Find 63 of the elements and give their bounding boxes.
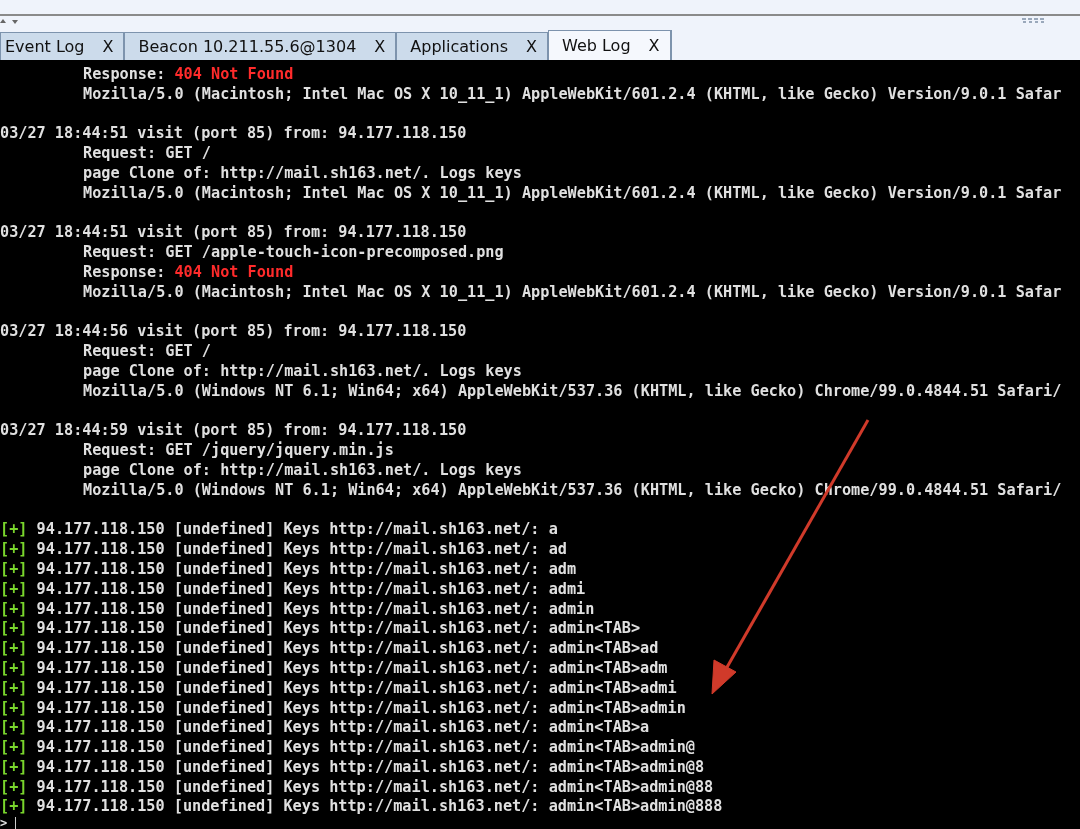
plus-marker: [+]	[0, 619, 28, 638]
log-line: 94.177.118.150 [undefined] Keys http://mail.sh163.net/: ad	[36, 540, 567, 559]
close-button[interactable]: X	[648, 36, 660, 55]
plus-marker: [+]	[0, 579, 28, 598]
log-line: Mozilla/5.0 (Windows NT 6.1; Win64; x64) AppleWebKit/537.36 (KHTML, like Gecko) Chrome/99.0.4844.51 Safari/	[82, 381, 1063, 402]
close-button[interactable]: X	[374, 37, 386, 56]
tab[interactable]: Event Log X	[0, 32, 125, 60]
log-line: Mozilla/5.0 (Macintosh; Intel Mac OS X 10_11_1) AppleWebKit/601.2.4 (KHTML, like Gecko) Version/9.0.1 Safar	[82, 282, 1063, 303]
plus-marker: [+]	[0, 520, 28, 539]
plus-marker: [+]	[0, 540, 28, 559]
log-line: 03/27 18:44:59 visit (port 85) from: 94.177.118.150	[0, 421, 468, 441]
log-line: 94.177.118.150 [undefined] Keys http://mail.sh163.net/: admin<TAB>a	[36, 718, 650, 737]
prompt: >	[0, 817, 8, 829]
log-line: page Clone of: http://mail.sh163.net/. Logs keys	[82, 460, 523, 481]
log-line: page Clone of: http://mail.sh163.net/. Logs keys	[82, 361, 523, 382]
log-line: 94.177.118.150 [undefined] Keys http://mail.sh163.net/: admin<TAB>	[36, 619, 641, 638]
plus-marker: [+]	[0, 777, 28, 796]
close-button[interactable]: X	[102, 37, 114, 56]
log-line: 94.177.118.150 [undefined] Keys http://mail.sh163.net/: admin<TAB>admi	[36, 678, 677, 697]
log-line: Request: GET /	[82, 144, 212, 164]
tab[interactable]: Beacon 10.211.55.6@1304 X	[124, 32, 397, 60]
log-line: 94.177.118.150 [undefined] Keys http://mail.sh163.net/: admin<TAB>admin@8	[36, 757, 705, 776]
tab-label: Web Log	[562, 36, 631, 55]
text-cursor	[15, 816, 17, 829]
log-line: Mozilla/5.0 (Macintosh; Intel Mac OS X 10_11_1) AppleWebKit/601.2.4 (KHTML, like Gecko) Version/9.0.1 Safar	[82, 183, 1063, 204]
plus-marker: [+]	[0, 678, 28, 697]
plus-marker: [+]	[0, 599, 28, 618]
log-line: 94.177.118.150 [undefined] Keys http://mail.sh163.net/: admin<TAB>ad	[36, 639, 659, 658]
tab[interactable]: Applications X	[396, 32, 548, 60]
log-line: Request: GET /jquery/jquery.min.js	[82, 441, 395, 461]
log-line: Request: GET /apple-touch-icon-precomposed.png	[82, 243, 505, 263]
log-line: 94.177.118.150 [undefined] Keys http://mail.sh163.net/: admin	[36, 599, 595, 618]
tab-label: Beacon 10.211.55.6@1304	[138, 37, 357, 56]
log-line: 03/27 18:44:51 visit (port 85) from: 94.177.118.150	[0, 223, 468, 244]
log-line: Mozilla/5.0 (Macintosh; Intel Mac OS X 10_11_1) AppleWebKit/601.2.4 (KHTML, like Gecko) Version/9.0.1 Safar	[82, 84, 1063, 105]
log-line: 94.177.118.150 [undefined] Keys http://mail.sh163.net/: admin<TAB>admin@888	[36, 797, 723, 816]
plus-marker: [+]	[0, 639, 28, 658]
sort-arrows-icon[interactable]	[0, 18, 20, 26]
plus-marker: [+]	[0, 718, 28, 737]
log-line: 94.177.118.150 [undefined] Keys http://mail.sh163.net/: admin<TAB>adm	[36, 658, 668, 677]
plus-marker: [+]	[0, 698, 28, 717]
log-line: 03/27 18:44:51 visit (port 85) from: 94.177.118.150	[0, 124, 468, 145]
log-line: 94.177.118.150 [undefined] Keys http://mail.sh163.net/: admin<TAB>admin@	[36, 738, 695, 757]
tab-label: Applications	[410, 37, 509, 56]
log-line: Response: 404 Not Found	[82, 262, 295, 283]
plus-marker: [+]	[0, 658, 28, 677]
grip-icon[interactable]	[1022, 18, 1044, 24]
plus-marker: [+]	[0, 757, 28, 776]
tab-label: Event Log	[5, 37, 85, 56]
log-line: page Clone of: http://mail.sh163.net/. Logs keys	[82, 164, 523, 184]
log-line: 94.177.118.150 [undefined] Keys http://mail.sh163.net/: a	[36, 520, 558, 539]
log-line: 03/27 18:44:56 visit (port 85) from: 94.177.118.150	[0, 322, 468, 343]
log-line: Request: GET /	[82, 342, 212, 362]
plus-marker: [+]	[0, 738, 28, 757]
log-line: 94.177.118.150 [undefined] Keys http://mail.sh163.net/: admin<TAB>admin@88	[36, 777, 714, 796]
close-button[interactable]: X	[526, 37, 537, 56]
log-line: 94.177.118.150 [undefined] Keys http://mail.sh163.net/: adm	[36, 559, 577, 578]
plus-marker: [+]	[0, 797, 28, 816]
log-line: 94.177.118.150 [undefined] Keys http://mail.sh163.net/: admi	[36, 579, 586, 598]
log-line: Response: 404 Not Found	[82, 65, 295, 85]
tab[interactable]: Web Log X	[548, 30, 671, 60]
plus-marker: [+]	[0, 559, 28, 578]
log-line: 94.177.118.150 [undefined] Keys http://mail.sh163.net/: admin<TAB>admin	[36, 698, 686, 717]
